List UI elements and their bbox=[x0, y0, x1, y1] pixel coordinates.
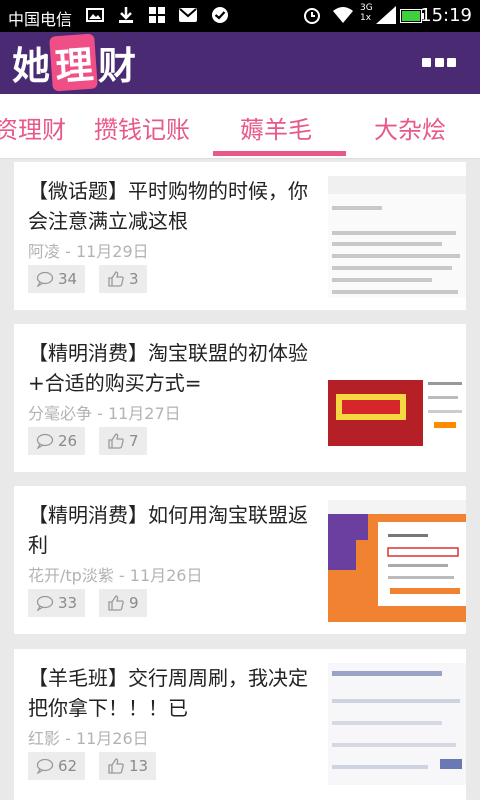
article-card[interactable]: 【羊毛班】交行周周刷，我决定把你拿下！！！已 红影 - 11月26日 62 13 bbox=[14, 649, 466, 800]
like-count[interactable]: 7 bbox=[99, 427, 147, 455]
article-title[interactable]: 【羊毛班】交行周周刷，我决定把你拿下！！！已 bbox=[28, 663, 310, 723]
carrier-label: 中国电信 bbox=[8, 10, 73, 29]
tab-savings[interactable]: 攒钱记账 bbox=[94, 110, 190, 145]
tab-misc[interactable]: 大杂烩 bbox=[374, 110, 446, 145]
more-dot-icon bbox=[422, 58, 431, 67]
more-dot-icon bbox=[447, 58, 456, 67]
article-thumbnail bbox=[328, 500, 466, 622]
check-icon bbox=[212, 7, 228, 23]
tab-investment[interactable]: 资理财 bbox=[0, 110, 66, 145]
comment-count[interactable]: 33 bbox=[28, 589, 86, 617]
article-card[interactable]: 【精明消费】淘宝联盟的初体验+合适的购买方式= 分毫必争 - 11月27日 26… bbox=[14, 324, 466, 472]
wifi-icon bbox=[333, 7, 353, 23]
category-tabs: 资理财 攒钱记账 薅羊毛 大杂烩 bbox=[0, 94, 480, 159]
article-title[interactable]: 【微话题】平时购物的时候，你会注意满立减这根 bbox=[28, 176, 310, 236]
like-count[interactable]: 13 bbox=[99, 752, 157, 780]
mail-icon bbox=[179, 8, 197, 22]
clock: 15:19 bbox=[420, 5, 472, 26]
more-dot-icon bbox=[434, 58, 444, 67]
signal-icon bbox=[376, 6, 396, 24]
article-title[interactable]: 【精明消费】淘宝联盟的初体验+合适的购买方式= bbox=[28, 338, 310, 398]
download-icon bbox=[119, 7, 133, 23]
article-title[interactable]: 【精明消费】如何用淘宝联盟返利 bbox=[28, 500, 310, 560]
app-header: 她理财 bbox=[0, 32, 480, 94]
comment-count[interactable]: 26 bbox=[28, 427, 86, 455]
network-type-label: 3G 1x bbox=[360, 3, 373, 23]
thumbs-up-icon bbox=[108, 433, 124, 449]
app-logo: 她理财 bbox=[12, 32, 136, 92]
apps-icon bbox=[149, 7, 165, 23]
article-card[interactable]: 【精明消费】如何用淘宝联盟返利 花开/tp淡紫 - 11月26日 33 9 bbox=[14, 486, 466, 634]
article-meta: 阿凌 - 11月29日 bbox=[28, 242, 149, 261]
thumbs-up-icon bbox=[108, 271, 124, 287]
comment-icon bbox=[36, 271, 54, 287]
comment-icon bbox=[36, 595, 54, 611]
tab-deals[interactable]: 薅羊毛 bbox=[240, 110, 312, 145]
like-count[interactable]: 3 bbox=[99, 265, 147, 293]
article-thumbnail bbox=[328, 338, 466, 460]
comment-count[interactable]: 62 bbox=[28, 752, 86, 780]
thumbs-up-icon bbox=[108, 595, 124, 611]
article-meta: 红影 - 11月26日 bbox=[28, 729, 149, 748]
comment-count[interactable]: 34 bbox=[28, 265, 86, 293]
comment-icon bbox=[36, 433, 54, 449]
article-meta: 分毫必争 - 11月27日 bbox=[28, 404, 181, 423]
article-card[interactable]: 【微话题】平时购物的时候，你会注意满立减这根 阿凌 - 11月29日 34 3 bbox=[14, 162, 466, 310]
article-thumbnail bbox=[328, 176, 466, 298]
article-meta: 花开/tp淡紫 - 11月26日 bbox=[28, 566, 203, 585]
comment-icon bbox=[36, 758, 54, 774]
image-icon bbox=[86, 8, 104, 22]
thumbs-up-icon bbox=[108, 758, 124, 774]
alarm-icon bbox=[304, 8, 320, 24]
article-thumbnail bbox=[328, 663, 466, 785]
status-bar: 中国电信 3G 1x 15:19 bbox=[0, 0, 480, 32]
more-menu-button[interactable] bbox=[422, 58, 456, 70]
like-count[interactable]: 9 bbox=[99, 589, 147, 617]
active-tab-indicator bbox=[213, 151, 346, 156]
